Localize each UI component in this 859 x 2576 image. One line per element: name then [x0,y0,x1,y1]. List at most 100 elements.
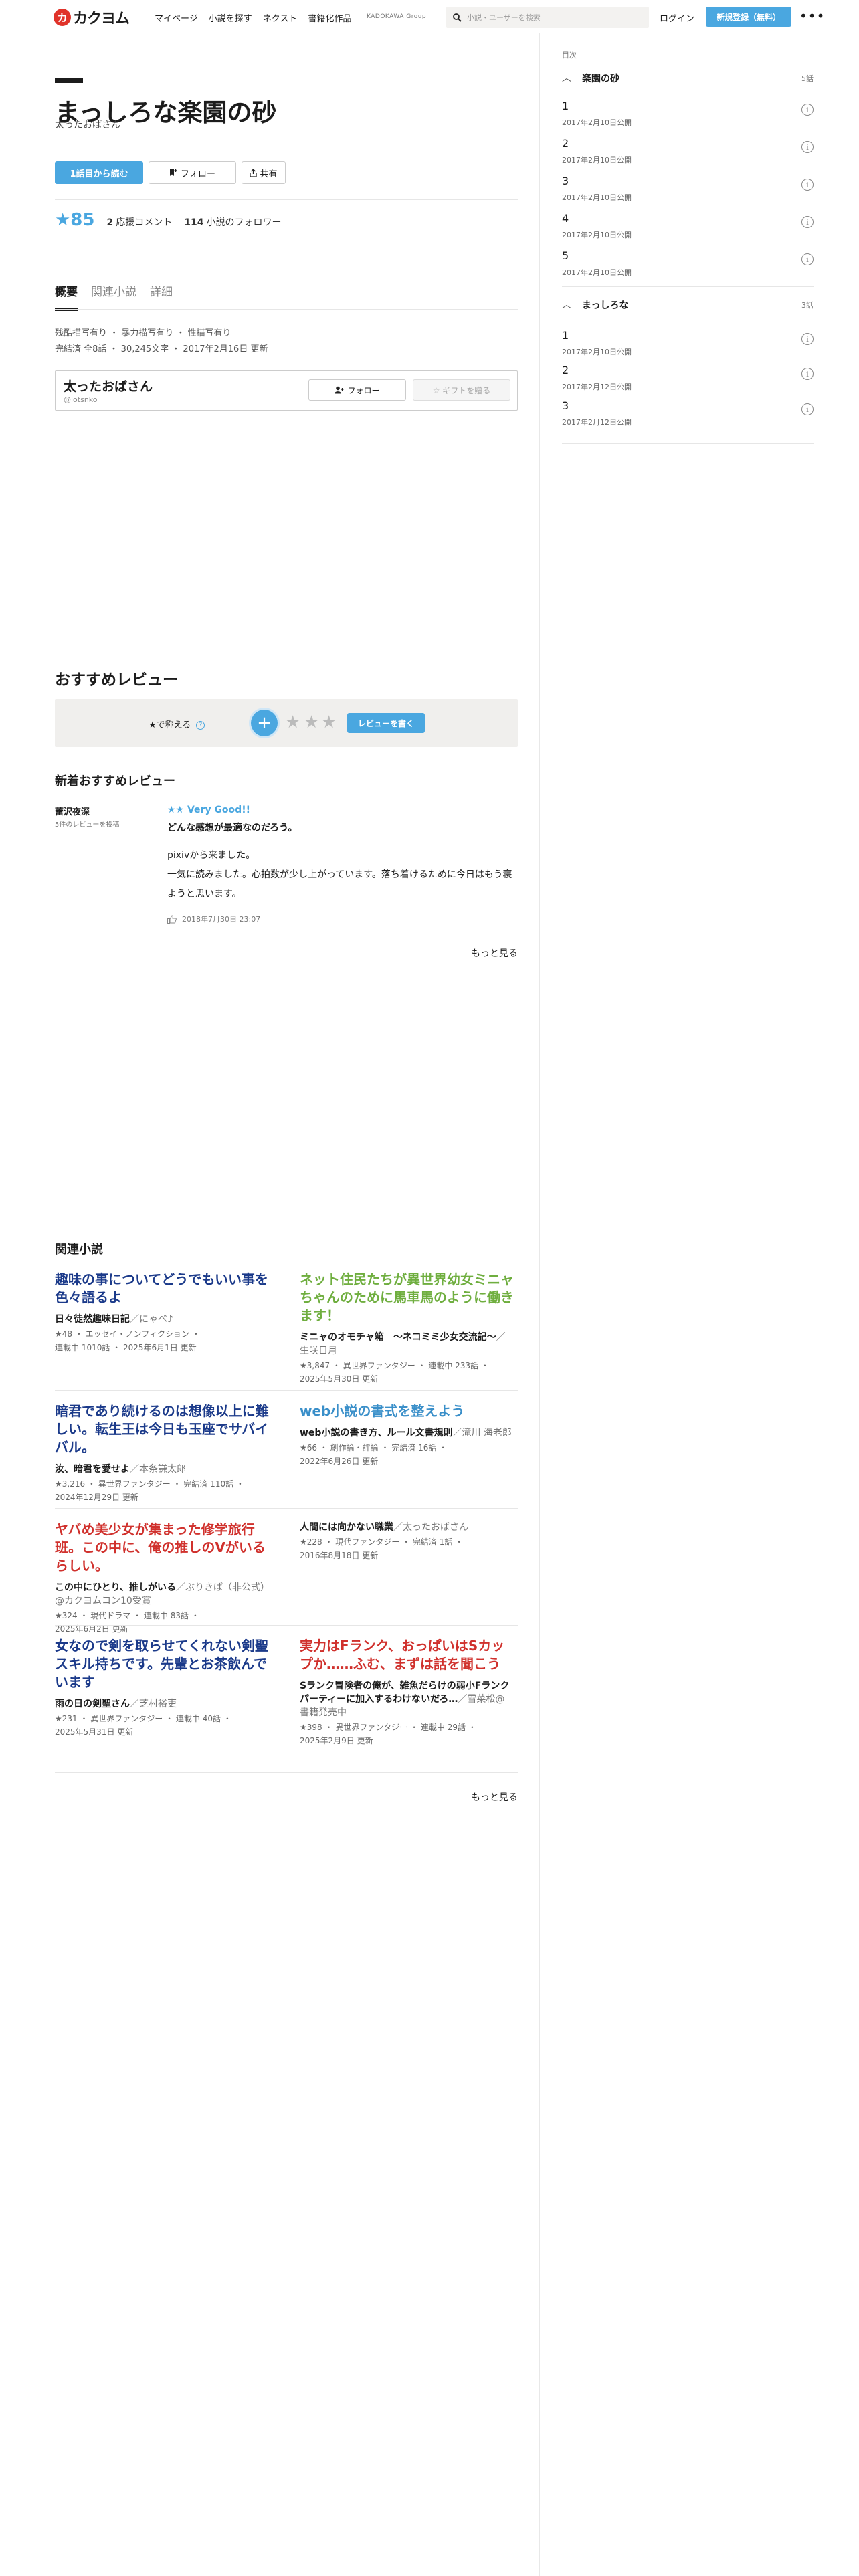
related-novel-meta: ★48 ・ エッセイ・ノンフィクション ・連載中 1010話 ・ 2025年6月… [55,1327,269,1354]
meta-line: 2024年12月29日 更新 [55,1493,138,1502]
follow-work-button[interactable]: フォロー [149,161,236,184]
episode-item[interactable]: 1 2017年2月10日公開 i [562,329,814,362]
episode-title: 3 [562,175,569,187]
recommend-review-title: おすすめレビュー [55,671,178,689]
review-date: 2018年7月30日 23:07 [182,915,261,924]
meta-line: ★231 ・ 異世界ファンタジー ・ 連載中 40話 ・ [55,1714,231,1723]
related-novel-author: 生咲日月 [300,1346,337,1356]
episode-item[interactable]: 2 2017年2月10日公開 i [562,137,814,171]
info-icon[interactable]: i [801,179,814,191]
related-novel-meta: ★231 ・ 異世界ファンタジー ・ 連載中 40話 ・ 2025年5月31日 更… [55,1712,269,1739]
star-icon[interactable]: ★ [285,714,300,731]
related-novel-author: 芝村裕吏 [139,1699,177,1709]
info-icon[interactable]: i [801,403,814,415]
info-icon[interactable]: i [801,333,814,345]
signup-button[interactable]: 新規登録（無料） [706,7,791,27]
related-novel-meta: ★66 ・ 創作論・評論 ・ 完結済 16話 ・ 2022年6月26日 更新 [300,1441,514,1468]
info-icon[interactable]: i [801,216,814,228]
follow-author-label: フォロー [347,385,380,395]
episode-date: 2017年2月12日公開 [562,418,632,427]
add-star-button[interactable]: + [251,710,278,736]
nav-find-novels[interactable]: 小説を探す [209,11,252,24]
author-card-name[interactable]: 太ったおばさん [64,377,153,395]
related-novel-card[interactable]: 人間には向かない職業／太ったおばさん ★228 ・ 現代ファンタジー ・ 完結済… [300,1521,514,1562]
write-review-button[interactable]: レビューを書く [347,713,425,733]
related-novel-card[interactable]: ヤバめ美少女が集まった修学旅行班。この中に、俺の推しのVがいるらしい。 この中に… [55,1521,269,1636]
episode-item[interactable]: 5 2017年2月10日公開 i [562,249,814,283]
meta-line: 2025年2月9日 更新 [300,1736,373,1745]
related-novel-author: 本条謙太郎 [139,1464,186,1475]
related-novel-catchphrase: 趣味の事についてどうでもいい事を色々語るよ [55,1271,268,1305]
related-novel-card[interactable]: ネット住民たちが異世界幼女ミニャちゃんのために馬車馬のように働きます！ ミニャの… [300,1271,514,1386]
work-author-link[interactable]: 太ったおばさん [55,118,120,131]
episode-item[interactable]: 3 2017年2月12日公開 i [562,399,814,433]
chapter-toggle[interactable]: ︿ まっしろな 3話 [562,298,814,311]
episode-item[interactable]: 4 2017年2月10日公開 i [562,212,814,245]
info-icon[interactable]: i [801,253,814,265]
episode-title: 4 [562,212,569,225]
thumbs-up-icon[interactable] [167,914,177,924]
tab-overview[interactable]: 概要 [55,282,78,311]
comment-count[interactable]: 2 応援コメント [107,215,173,229]
site-logo[interactable]: カ カクヨム [54,7,130,28]
related-novel-catchphrase: 女なので剣を取らせてくれない剣聖スキル持ちです。先輩とお茶飲んでいます [55,1638,268,1690]
episode-item[interactable]: 2 2017年2月12日公開 i [562,364,814,397]
related-novel-name: ミニャのオモチャ箱 〜ネコミミ少女交流記〜 [300,1332,496,1343]
review-meta: 2018年7月30日 23:07 [167,914,518,924]
review-headline[interactable]: どんな感想が最適なのだろう。 [167,821,518,834]
chapter-toggle[interactable]: ︿ 楽園の砂 5話 [562,71,814,84]
logo-mark-icon: カ [54,9,71,26]
related-novel-work: Sランク冒険者の俺が、雑魚だらけの弱小Fランクパーティーに加入するわけないだろ…… [300,1681,510,1718]
kadokawa-group-label: KADOKAWA Group [367,13,427,20]
related-novel-work: ミニャのオモチャ箱 〜ネコミミ少女交流記〜／生咲日月 [300,1332,506,1356]
episode-item[interactable]: 3 2017年2月10日公開 i [562,175,814,208]
follower-count[interactable]: 114 小説のフォロワー [184,215,281,229]
related-novel-card[interactable]: 暗君であり続けるのは想像以上に難しい。転生王は今日も玉座でサバイバル。 汝、暗君… [55,1402,269,1504]
work-tabs: 概要 関連小説 詳細 [55,282,173,311]
related-novel-card[interactable]: 実力はFランク、おっぱいはSカップか……ふむ、まずは話を聞こう Sランク冒険者の… [300,1637,514,1747]
related-novel-work: この中にひとり、推しがいる／ぶりきば（非公式）@カクヨムコン10受賞 [55,1582,266,1606]
search-input[interactable] [467,13,641,22]
related-novel-author: にゃべ♪ [139,1314,173,1325]
info-icon[interactable]: i [801,368,814,380]
more-related-link[interactable]: もっと見る [471,1790,518,1804]
related-novel-card[interactable]: 女なので剣を取らせてくれない剣聖スキル持ちです。先輩とお茶飲んでいます 雨の日の… [55,1637,269,1739]
chapter-name: 楽園の砂 [582,74,619,84]
more-menu-icon[interactable]: ••• [799,8,825,24]
episode-item[interactable]: 1 2017年2月10日公開 i [562,100,814,133]
related-novel-card[interactable]: 趣味の事についてどうでもいい事を色々語るよ 日々徒然趣味日記／にゃべ♪ ★48 … [55,1271,269,1354]
nav-published-works[interactable]: 書籍化作品 [308,11,351,24]
divider [55,1772,518,1773]
read-first-episode-button[interactable]: 1話目から読む [55,161,143,184]
more-reviews-link[interactable]: もっと見る [471,946,518,960]
related-novel-meta: ★228 ・ 現代ファンタジー ・ 完結済 1話 ・ 2016年8月18日 更新 [300,1535,514,1562]
star-icon[interactable]: ★ [321,714,337,731]
related-novel-card[interactable]: web小説の書式を整えよう web小説の書き方、ルール文書規則／滝川 海老郎 ★… [300,1402,514,1468]
star-score[interactable]: ★85 [55,210,95,230]
related-novel-catchphrase: ヤバめ美少女が集まった修学旅行班。この中に、俺の推しのVがいるらしい。 [55,1521,266,1574]
tab-details[interactable]: 詳細 [150,282,173,311]
help-icon[interactable]: ? [196,721,205,730]
related-novel-catchphrase: ネット住民たちが異世界幼女ミニャちゃんのために馬車馬のように働きます！ [300,1271,514,1323]
nav-my-page[interactable]: マイページ [155,11,198,24]
tab-related[interactable]: 関連小説 [91,282,136,311]
share-icon [250,168,258,177]
follow-author-button[interactable]: フォロー [308,379,406,401]
related-novel-meta: ★324 ・ 現代ドラマ ・ 連載中 83話 ・ 2025年6月2日 更新 [55,1609,269,1636]
episode-date: 2017年2月10日公開 [562,156,632,165]
review-body-line: 一気に読みました。心拍数が少し上がっています。落ち着けるために今日はもう寝ようと… [167,869,512,899]
toc-label: 目次 [562,51,577,60]
chevron-up-icon: ︿ [562,300,571,310]
related-novel-work: 雨の日の剣聖さん／芝村裕吏 [55,1699,177,1709]
reviewer-name[interactable]: 蕾沢夜深 [55,804,90,817]
login-link[interactable]: ログイン [660,11,694,24]
share-button[interactable]: 共有 [242,161,286,184]
star-icon[interactable]: ★ [304,714,319,731]
review-item: ★★ Very Good!! どんな感想が最適なのだろう。 pixivから来まし… [167,804,518,924]
work-stats: ★85 2 応援コメント 114 小説のフォロワー [55,210,281,230]
info-icon[interactable]: i [801,141,814,153]
share-label: 共有 [260,169,278,179]
gift-button[interactable]: ☆ ギフトを贈る [413,379,510,401]
nav-next[interactable]: ネクスト [263,11,298,24]
info-icon[interactable]: i [801,104,814,116]
